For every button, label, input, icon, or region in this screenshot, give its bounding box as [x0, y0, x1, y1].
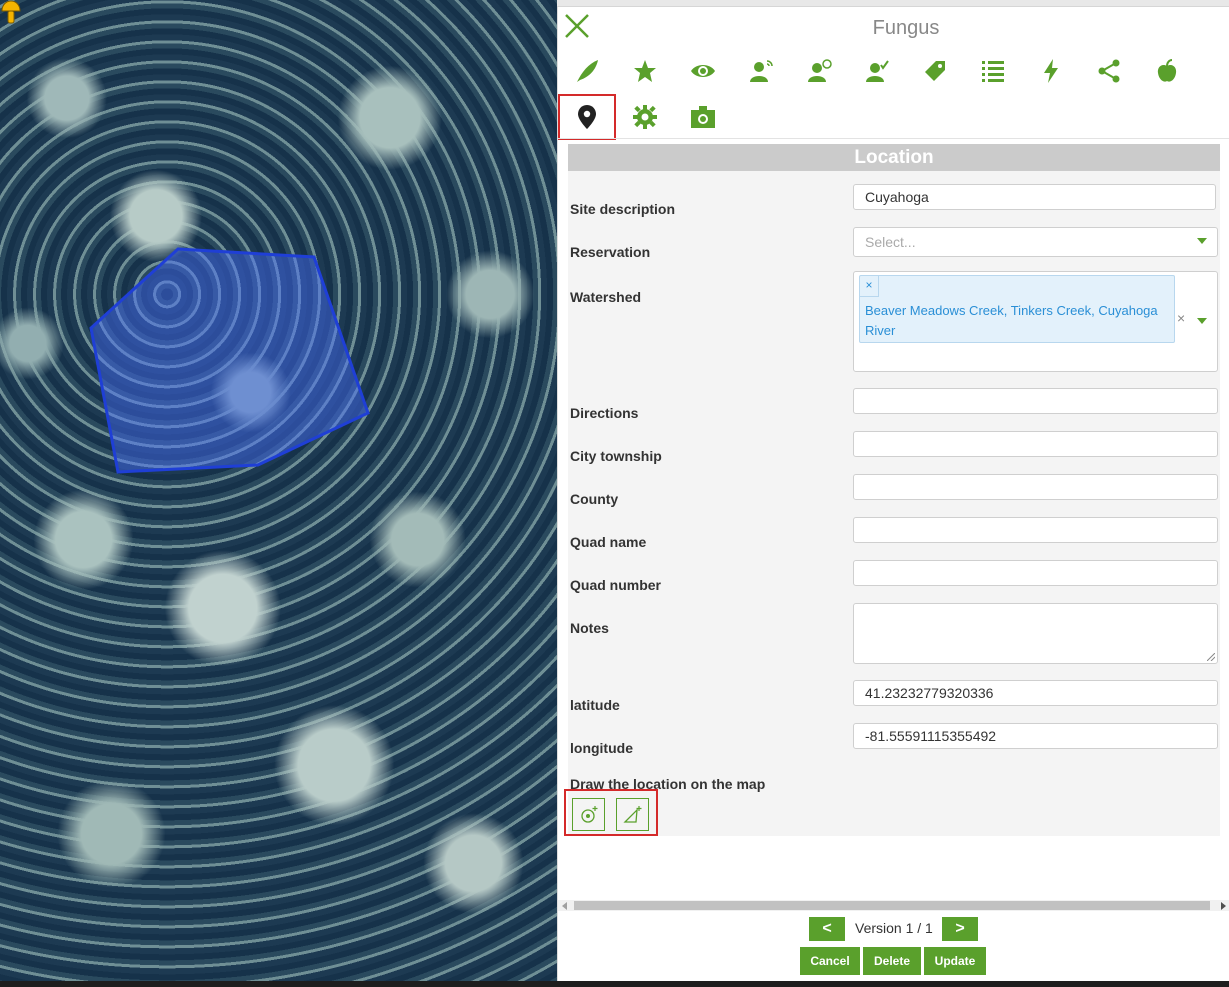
chevron-down-icon[interactable]: [1197, 318, 1207, 324]
county-label: County: [570, 491, 619, 507]
apple-icon: [1157, 59, 1177, 82]
site-description-label: Site description: [570, 201, 676, 217]
scrollbar-thumb[interactable]: [574, 901, 1210, 910]
reservation-select[interactable]: Select...: [853, 227, 1218, 257]
reservation-placeholder: Select...: [865, 234, 916, 250]
horizontal-scrollbar[interactable]: [558, 900, 1229, 911]
notes-textarea[interactable]: [853, 603, 1218, 664]
quad-name-input[interactable]: [853, 517, 1218, 543]
tag-icon: [925, 61, 945, 81]
version-navigation: < Version 1 / 1 >: [558, 917, 1229, 941]
longitude-input[interactable]: -81.55591115355492: [853, 723, 1218, 749]
latitude-label: latitude: [570, 697, 620, 713]
share-icon: [1098, 59, 1120, 83]
scroll-right-icon[interactable]: [1221, 902, 1226, 910]
gear-icon: [633, 105, 657, 129]
record-panel: Fungus Location Site description Cuyahog…: [557, 7, 1229, 981]
version-text: Version 1 / 1: [855, 920, 933, 936]
update-button[interactable]: Update: [924, 947, 986, 975]
lightning-icon: [1044, 59, 1058, 83]
panel-title: Fungus: [872, 17, 940, 39]
directions-label: Directions: [570, 405, 639, 421]
previous-version-button[interactable]: <: [809, 917, 845, 941]
browser-top-strip: [557, 0, 1229, 7]
delete-button[interactable]: Delete: [863, 947, 921, 975]
tab-star[interactable]: [616, 48, 674, 94]
map-overlay: [89, 247, 370, 474]
tab-apple[interactable]: [1138, 48, 1196, 94]
tab-share[interactable]: [1080, 48, 1138, 94]
mushroom-marker-icon[interactable]: [0, 0, 22, 26]
list-icon: [982, 61, 1004, 82]
tabs-divider: [558, 138, 1229, 139]
county-input[interactable]: [853, 474, 1218, 500]
tab-lightning[interactable]: [1022, 48, 1080, 94]
quad-name-label: Quad name: [570, 534, 647, 550]
camera-icon: [691, 106, 715, 128]
star-icon: [634, 60, 656, 82]
clear-icon[interactable]: ×: [1177, 310, 1185, 326]
tag-remove-icon[interactable]: ×: [860, 276, 879, 297]
tab-person-signal[interactable]: [732, 48, 790, 94]
draw-point-icon: [581, 806, 598, 823]
satellite-map[interactable]: [0, 0, 557, 981]
watershed-tag-text: Beaver Meadows Creek, Tinkers Creek, Cuy…: [865, 303, 1158, 338]
tab-icon-row-2: [558, 94, 732, 140]
draw-polygon-button[interactable]: [616, 798, 649, 831]
city-township-label: City township: [570, 448, 662, 464]
quad-number-label: Quad number: [570, 577, 662, 593]
location-polygon[interactable]: [89, 247, 370, 474]
scroll-left-icon[interactable]: [562, 902, 567, 910]
section-header: Location: [568, 144, 1220, 171]
person-signal-icon: [750, 60, 773, 82]
reservation-label: Reservation: [570, 244, 651, 260]
watershed-tag: × Beaver Meadows Creek, Tinkers Creek, C…: [859, 275, 1175, 343]
tab-eye[interactable]: [674, 48, 732, 94]
quad-number-input[interactable]: [853, 560, 1218, 586]
city-township-input[interactable]: [853, 431, 1218, 457]
resize-grip-icon[interactable]: [1207, 653, 1215, 661]
draw-point-button[interactable]: [572, 798, 605, 831]
bottom-bar: [0, 981, 1229, 987]
next-version-button[interactable]: >: [942, 917, 978, 941]
tab-list[interactable]: [964, 48, 1022, 94]
feather-icon: [577, 60, 598, 82]
map-pin-icon: [578, 105, 596, 129]
tab-tag[interactable]: [906, 48, 964, 94]
draw-tools: [564, 789, 658, 836]
directions-input[interactable]: [853, 388, 1218, 414]
location-form: Location Site description Cuyahoga Reser…: [564, 144, 1220, 836]
eye-icon: [691, 65, 715, 77]
tab-settings[interactable]: [616, 94, 674, 140]
longitude-label: longitude: [570, 740, 633, 756]
cancel-button[interactable]: Cancel: [800, 947, 860, 975]
tab-location[interactable]: [558, 94, 616, 140]
person-clock-icon: [808, 59, 832, 82]
notes-label: Notes: [570, 620, 609, 636]
tab-photos[interactable]: [674, 94, 732, 140]
watershed-multiselect[interactable]: × Beaver Meadows Creek, Tinkers Creek, C…: [853, 271, 1218, 372]
latitude-input[interactable]: 41.23232779320336: [853, 680, 1218, 706]
site-description-input[interactable]: Cuyahoga: [853, 184, 1216, 210]
chevron-down-icon[interactable]: [1197, 238, 1207, 244]
tab-icon-row-1: [558, 48, 1196, 94]
tab-person-clock[interactable]: [790, 48, 848, 94]
watershed-label: Watershed: [570, 289, 642, 305]
draw-polygon-icon: [623, 806, 642, 823]
tab-feather[interactable]: [558, 48, 616, 94]
person-check-icon: [866, 60, 889, 82]
tab-person-check[interactable]: [848, 48, 906, 94]
